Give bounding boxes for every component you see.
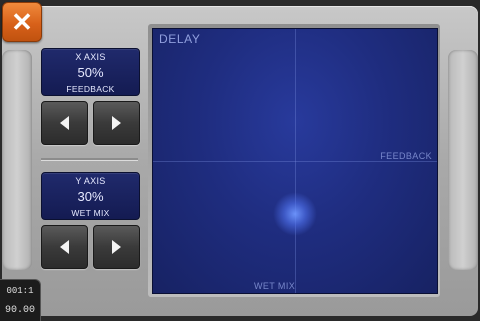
- x-axis-param: FEEDBACK: [66, 84, 115, 94]
- y-axis-prev-button[interactable]: [41, 225, 88, 269]
- pad-x-label: FEEDBACK: [380, 151, 432, 161]
- x-axis-display: X AXIS 50% FEEDBACK: [41, 48, 140, 96]
- transport-counter: 001:1 90.00: [0, 279, 41, 321]
- position-readout: 001:1: [6, 286, 34, 296]
- section-divider: [41, 158, 138, 160]
- right-rail: [448, 50, 478, 270]
- x-axis-value: 50%: [77, 65, 104, 80]
- arrow-left-icon: [60, 240, 69, 254]
- left-rail: [2, 50, 32, 270]
- arrow-right-icon: [112, 116, 121, 130]
- pad-y-label: WET MIX: [254, 281, 296, 291]
- xy-pad[interactable]: DELAY FEEDBACK WET MIX: [152, 28, 438, 294]
- y-axis-param: WET MIX: [71, 208, 110, 218]
- y-axis-title: Y AXIS: [75, 176, 106, 186]
- xy-pad-handle[interactable]: [273, 191, 317, 236]
- pad-title: DELAY: [159, 32, 201, 46]
- y-axis-display: Y AXIS 30% WET MIX: [41, 172, 140, 220]
- x-axis-prev-button[interactable]: [41, 101, 88, 145]
- close-button[interactable]: ✕: [2, 2, 42, 42]
- arrow-right-icon: [112, 240, 121, 254]
- x-axis-next-button[interactable]: [93, 101, 140, 145]
- y-axis-next-button[interactable]: [93, 225, 140, 269]
- tempo-readout: 90.00: [4, 305, 35, 316]
- y-axis-value: 30%: [77, 189, 104, 204]
- pad-vertical-crosshair: [295, 29, 296, 293]
- x-axis-title: X AXIS: [75, 52, 106, 62]
- close-icon: ✕: [11, 6, 33, 37]
- arrow-left-icon: [60, 116, 69, 130]
